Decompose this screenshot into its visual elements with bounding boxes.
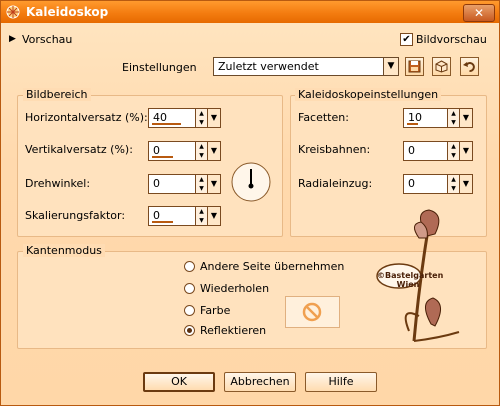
facets-label: Facetten: (298, 111, 349, 124)
spin-arrows-icon[interactable]: ▲ ▼ (447, 142, 459, 160)
settings-select[interactable]: Zuletzt verwendet ▼ (213, 57, 399, 76)
radio-wiederholen[interactable] (184, 283, 195, 294)
reflektieren-label[interactable]: Reflektieren (200, 324, 266, 337)
vertical-offset-spin[interactable]: 0 ▲ ▼ ▼ (148, 141, 221, 161)
settings-value: Zuletzt verwendet (218, 60, 319, 73)
save-icon (408, 60, 421, 73)
slider-dropdown-icon[interactable]: ▼ (459, 142, 472, 160)
ok-button[interactable]: OK (143, 372, 215, 392)
spin-arrows-icon[interactable]: ▲ ▼ (195, 175, 207, 193)
chevron-down-icon[interactable]: ▼ (383, 58, 398, 75)
radio-farbe[interactable] (184, 305, 195, 316)
cancel-button[interactable]: Abbrechen (224, 372, 296, 392)
spin-arrows-icon[interactable]: ▲ ▼ (195, 142, 207, 160)
color-swatch[interactable] (285, 296, 340, 328)
rotation-spin[interactable]: 0 ▲ ▼ ▼ (148, 174, 221, 194)
bildvorschau-checkbox[interactable]: ✔ (400, 33, 413, 46)
bildvorschau-label: Bildvorschau (416, 33, 487, 46)
expand-triangle-icon[interactable]: ▶ (9, 34, 16, 44)
manage-presets-button[interactable] (432, 57, 451, 76)
spin-arrows-icon[interactable]: ▲ ▼ (447, 109, 459, 127)
spin-arrows-icon[interactable]: ▲ ▼ (195, 207, 207, 225)
orbits-label: Kreisbahnen: (298, 143, 371, 156)
rotation-dial[interactable] (230, 161, 272, 203)
window-title: Kaleidoskop (26, 5, 109, 19)
farbe-label[interactable]: Farbe (200, 304, 230, 317)
radial-spin[interactable]: 0 ▲ ▼ ▼ (403, 174, 473, 194)
facets-level (407, 123, 418, 125)
radio-reflektieren[interactable] (184, 325, 195, 336)
preview-toggle[interactable]: Vorschau (22, 33, 72, 46)
horizontal-offset-spin[interactable]: 40 ▲ ▼ ▼ (148, 108, 221, 128)
title-bar[interactable]: Kaleidoskop ✕ (1, 1, 499, 23)
settings-label: Einstellungen (122, 61, 197, 74)
scale-label: Skalierungsfaktor: (25, 209, 126, 222)
spin-arrows-icon[interactable]: ▲ ▼ (195, 109, 207, 127)
rotation-label: Drehwinkel: (25, 177, 91, 190)
kantenmodus-title: Kantenmodus (23, 244, 105, 257)
horizontal-offset-level (152, 123, 181, 125)
scale-spin[interactable]: 0 ▲ ▼ ▼ (148, 206, 221, 226)
vertical-offset-level (152, 156, 173, 158)
slider-dropdown-icon[interactable]: ▼ (207, 175, 220, 193)
andere-seite-label[interactable]: Andere Seite übernehmen (200, 260, 344, 273)
spin-arrows-icon[interactable]: ▲ ▼ (447, 175, 459, 193)
help-button[interactable]: Hilfe (305, 372, 377, 392)
kaleidoscope-icon (6, 5, 20, 19)
reset-button[interactable] (460, 57, 479, 76)
slider-dropdown-icon[interactable]: ▼ (459, 109, 472, 127)
kaleido-title: Kaleidoskopeinstellungen (295, 88, 442, 101)
cube-icon (435, 60, 448, 73)
dialog-window: Kaleidoskop ✕ ▶ Vorschau ✔ Bildvorschau … (0, 0, 500, 406)
bildbereich-title: Bildbereich (23, 88, 91, 101)
close-button[interactable]: ✕ (463, 4, 495, 22)
rotation-value[interactable]: 0 (153, 177, 160, 190)
scale-level (152, 221, 173, 223)
radio-andere-seite[interactable] (184, 261, 195, 272)
orbits-spin[interactable]: 0 ▲ ▼ ▼ (403, 141, 473, 161)
radial-value[interactable]: 0 (408, 177, 415, 190)
facets-spin[interactable]: 10 ▲ ▼ ▼ (403, 108, 473, 128)
undo-icon (463, 62, 475, 72)
vertical-offset-label: Vertikalversatz (%): (25, 143, 133, 156)
slider-dropdown-icon[interactable]: ▼ (207, 109, 220, 127)
slider-dropdown-icon[interactable]: ▼ (207, 142, 220, 160)
save-preset-button[interactable] (405, 57, 424, 76)
orbits-value[interactable]: 0 (408, 144, 415, 157)
radial-label: Radialeinzug: (298, 177, 373, 190)
horizontal-offset-label: Horizontalversatz (%): (25, 111, 148, 124)
watermark-text: ©Bastelgarten Wien (377, 271, 444, 289)
slider-dropdown-icon[interactable]: ▼ (459, 175, 472, 193)
slider-dropdown-icon[interactable]: ▼ (207, 207, 220, 225)
wiederholen-label[interactable]: Wiederholen (200, 282, 269, 295)
no-color-icon (302, 302, 322, 322)
